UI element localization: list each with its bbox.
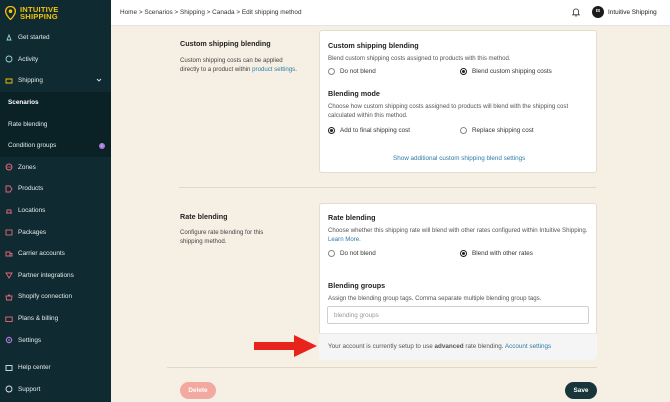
radio-blend-with-other-rates[interactable]: Blend with other rates (460, 250, 533, 257)
rate-blending-info-text: Your account is currently setup to use a… (328, 343, 552, 350)
radio-dot (328, 68, 335, 75)
top-header: Home > Scenarios > Shipping > Canada > E… (111, 0, 670, 26)
sidebar-item-label: Locations (18, 207, 46, 215)
sidebar-item-label: Settings (18, 336, 42, 344)
sidebar-item-get-started[interactable]: Get started (0, 27, 111, 49)
custom-blending-section-title: Custom shipping blending (180, 39, 271, 48)
sidebar-item-settings[interactable]: Settings (0, 329, 111, 351)
sidebar-item-plans-billing[interactable]: Plans & billing (0, 308, 111, 330)
sidebar-item-label: Packages (18, 228, 47, 236)
puzzle-icon (5, 271, 13, 280)
card-icon (5, 315, 13, 323)
sidebar-item-products[interactable]: Products (0, 178, 111, 200)
shipping-icon (5, 77, 13, 85)
radio-add-to-final-cost[interactable]: Add to final shipping cost (328, 127, 410, 134)
account-settings-link[interactable]: Account settings (505, 343, 551, 350)
sidebar-item-carrier-accounts[interactable]: Carrier accounts (0, 243, 111, 265)
rate-blending-section-desc: Configure rate blending for this shippin… (180, 229, 264, 245)
blending-groups-desc: Assign the blending group tags. Comma se… (328, 295, 542, 302)
sidebar-item-label: Partner integrations (18, 271, 74, 279)
sidebar-nav: Get started Activity Shipping Scenarios … (0, 27, 111, 351)
custom-blending-card-desc: Blend custom shipping costs assigned to … (328, 55, 511, 62)
footer-divider (167, 367, 597, 368)
globe-icon (5, 163, 13, 171)
blending-groups-input[interactable] (327, 306, 589, 324)
radio-replace-shipping-cost[interactable]: Replace shipping cost (460, 127, 534, 134)
sidebar-item-label: Zones (18, 163, 36, 171)
box-icon (5, 228, 13, 236)
sidebar-item-shopify-connection[interactable]: Shopify connection (0, 286, 111, 308)
radio-dot (460, 68, 467, 75)
radio-blend-custom-costs[interactable]: Blend custom shipping costs (460, 68, 552, 75)
custom-blending-section-desc: Custom shipping costs can be applied dir… (180, 57, 297, 73)
sidebar-item-label: Products (18, 185, 44, 193)
learn-more-link[interactable]: Learn More. (328, 236, 361, 243)
custom-blending-card-title: Custom shipping blending (328, 41, 419, 50)
sidebar-item-activity[interactable]: Activity (0, 49, 111, 71)
sidebar-item-rate-blending[interactable]: Rate blending (0, 113, 111, 135)
show-additional-settings-link[interactable]: Show additional custom shipping blend se… (393, 155, 525, 162)
radio-do-not-blend-rates[interactable]: Do not blend (328, 250, 376, 257)
app-logo[interactable]: INTUITIVE SHIPPING (0, 0, 111, 26)
delete-button[interactable]: Delete (180, 382, 216, 399)
location-pin-logo-icon (5, 6, 16, 20)
sidebar-item-label: Carrier accounts (18, 250, 65, 258)
rate-blending-card-title: Rate blending (328, 213, 376, 222)
sidebar-item-label: Activity (18, 55, 39, 63)
tag-icon (5, 185, 13, 193)
activity-icon (5, 55, 13, 63)
sidebar-item-label: Scenarios (8, 99, 39, 107)
section-divider (179, 187, 596, 188)
radio-dot (328, 127, 335, 134)
product-settings-link[interactable]: product settings (252, 66, 295, 73)
sidebar-item-shipping[interactable]: Shipping (0, 70, 111, 92)
radio-do-not-blend-custom[interactable]: Do not blend (328, 68, 376, 75)
blending-mode-title: Blending mode (328, 89, 380, 98)
sidebar-item-label: Support (18, 385, 41, 393)
sidebar-item-partner-integrations[interactable]: Partner integrations (0, 265, 111, 287)
sidebar-item-label: Rate blending (8, 120, 48, 128)
radio-dot (460, 250, 467, 257)
rate-blending-info-bar: Your account is currently setup to use a… (319, 333, 597, 360)
radio-dot (328, 250, 335, 257)
rocket-icon (5, 33, 13, 42)
blending-mode-desc: Choose how custom shipping costs assigne… (328, 103, 569, 119)
rate-blending-section-title: Rate blending (180, 212, 228, 221)
user-name[interactable]: Intuitive Shipping (608, 9, 657, 16)
sidebar-item-label: Plans & billing (18, 315, 59, 323)
sidebar-item-packages[interactable]: Packages (0, 221, 111, 243)
sidebar-item-zones[interactable]: Zones (0, 157, 111, 179)
sidebar-bottom-nav: Help center Support (0, 357, 111, 400)
save-button[interactable]: Save (565, 382, 597, 399)
chevron-down-icon (96, 77, 102, 85)
sidebar-item-label: Shopify connection (18, 293, 73, 301)
gear-icon (5, 336, 13, 344)
sidebar-item-locations[interactable]: Locations (0, 200, 111, 222)
sidebar-item-condition-groups[interactable]: Condition groups i (0, 134, 111, 157)
radio-dot (460, 127, 467, 134)
sidebar-item-label: Condition groups (8, 142, 57, 150)
sidebar-item-support[interactable]: Support (0, 379, 111, 401)
sidebar-item-help-center[interactable]: Help center (0, 357, 111, 379)
avatar[interactable]: IS (592, 6, 604, 18)
support-icon (5, 385, 13, 393)
custom-blending-card (319, 30, 597, 173)
logo-text-line2: SHIPPING (20, 12, 58, 21)
bell-icon[interactable] (571, 7, 581, 17)
sidebar-item-label: Shipping (18, 77, 43, 85)
info-badge: i (99, 142, 105, 149)
breadcrumb[interactable]: Home > Scenarios > Shipping > Canada > E… (120, 9, 302, 16)
red-arrow-annotation (254, 335, 317, 357)
truck-icon (5, 250, 13, 258)
sidebar-item-label: Get started (18, 34, 50, 42)
sidebar-item-scenarios[interactable]: Scenarios (0, 91, 111, 114)
rate-blending-card-desc: Choose whether this shipping rate will b… (328, 227, 588, 243)
sidebar-item-label: Help center (18, 364, 51, 372)
blending-groups-title: Blending groups (328, 281, 386, 290)
help-icon (5, 364, 13, 372)
bag-icon (5, 293, 13, 301)
sidebar: INTUITIVE SHIPPING Get started Activity … (0, 0, 111, 402)
location-icon (5, 207, 13, 215)
